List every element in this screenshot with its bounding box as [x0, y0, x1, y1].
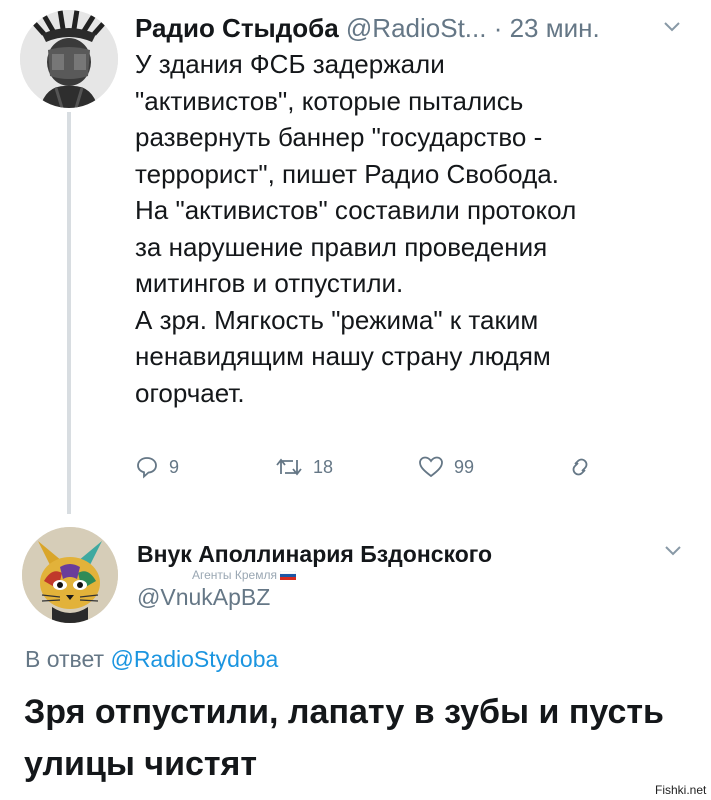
- tweet-text-line: ненавидящим нашу страну людям: [135, 341, 551, 371]
- chevron-down-icon[interactable]: [664, 22, 680, 32]
- tweet-text-line: На "активистов" составили протокол: [135, 195, 577, 225]
- avatar[interactable]: [22, 527, 118, 623]
- like-button[interactable]: 99: [418, 455, 474, 479]
- reply-context: В ответ @RadioStydoba: [25, 644, 278, 674]
- watermark: Fishki.net: [655, 783, 707, 797]
- tweet-text: У здания ФСБ задержали "активистов", кот…: [135, 46, 685, 411]
- tweet-text-line: митингов и отпустили.: [135, 268, 404, 298]
- tweet-text-line: террорист", пишет Радио Свобода.: [135, 158, 559, 189]
- retweets-count: 18: [313, 456, 334, 477]
- likes-count: 99: [454, 456, 475, 477]
- author-name[interactable]: Радио Стыдоба: [135, 13, 339, 43]
- russian-flag-icon: [279, 571, 296, 581]
- tweet-header: Радио Стыдоба @RadioSt... · 23 мин.: [135, 12, 600, 44]
- chevron-down-icon[interactable]: [665, 546, 681, 556]
- cat-avatar-image: [22, 527, 118, 623]
- reply-author-name[interactable]: Внук Аполлинария Бздонского: [137, 540, 492, 568]
- tweet-text-line: развернуть баннер "государство -: [135, 122, 543, 152]
- tweet-text-line: "активистов", которые пытались: [135, 85, 524, 116]
- avatar[interactable]: [20, 10, 118, 108]
- retweet-icon: [276, 458, 302, 476]
- thread-connector-line: [67, 112, 71, 514]
- tweet-timestamp[interactable]: · 23 мин.: [494, 13, 600, 43]
- tweet-actions-bar: 9 18 99: [135, 455, 605, 485]
- reply-to-handle-link[interactable]: @RadioStydoba: [110, 646, 278, 672]
- share-icon: [572, 458, 588, 476]
- reply-prefix: В ответ: [25, 646, 105, 672]
- tweet-text-line: огорчает.: [135, 377, 245, 408]
- reply-text: Зря отпустили, лапату в зубы и пусть ули…: [24, 693, 664, 783]
- replies-count: 9: [169, 456, 180, 477]
- like-icon: [419, 456, 443, 478]
- reply-author-handle[interactable]: @VnukApBZ: [137, 582, 270, 612]
- tweet-text-line: А зря. Мягкость "режима" к таким: [135, 304, 539, 335]
- reply-button[interactable]: 9: [135, 455, 179, 479]
- share-button[interactable]: [567, 455, 593, 479]
- tweet-text-line: за нарушение правил проведения: [135, 231, 548, 262]
- author-badge: Агенты Кремля: [192, 568, 296, 582]
- reply-icon: [137, 457, 157, 479]
- tweet-text-line: У здания ФСБ задержали: [135, 49, 445, 79]
- statue-of-liberty-avatar-image: [20, 10, 118, 108]
- badge-text: Агенты Кремля: [192, 568, 277, 582]
- retweet-button[interactable]: 18: [275, 455, 333, 479]
- author-handle[interactable]: @RadioSt...: [346, 13, 487, 43]
